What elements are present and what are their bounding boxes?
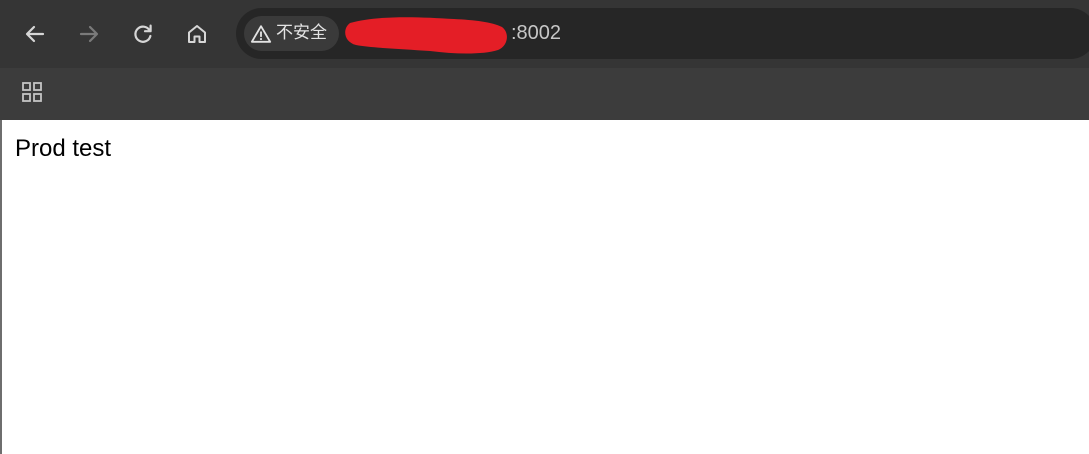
warning-triangle-icon bbox=[250, 24, 272, 43]
forward-button[interactable] bbox=[70, 15, 108, 53]
url-redaction-mark bbox=[345, 17, 507, 54]
home-button[interactable] bbox=[178, 15, 216, 53]
arrow-right-icon bbox=[79, 25, 99, 43]
arrow-left-icon bbox=[25, 25, 45, 43]
security-label: 不安全 bbox=[276, 23, 327, 43]
page-body-text: Prod test bbox=[15, 135, 112, 162]
url-text: :8002 bbox=[511, 22, 562, 44]
reload-icon bbox=[134, 24, 152, 43]
reload-button[interactable] bbox=[124, 15, 162, 53]
apps-grid-icon bbox=[22, 82, 42, 102]
back-button[interactable] bbox=[16, 15, 54, 53]
navigation-toolbar: 不安全 :8002 bbox=[0, 0, 1089, 68]
bookmarks-bar bbox=[0, 68, 1089, 120]
browser-window: 不安全 :8002 Prod test bbox=[0, 0, 1089, 454]
address-bar[interactable]: 不安全 :8002 bbox=[236, 8, 1089, 59]
security-indicator[interactable]: 不安全 bbox=[244, 16, 339, 51]
home-icon bbox=[188, 25, 206, 43]
apps-button[interactable] bbox=[14, 74, 50, 110]
page-viewport: Prod test bbox=[0, 120, 1089, 454]
